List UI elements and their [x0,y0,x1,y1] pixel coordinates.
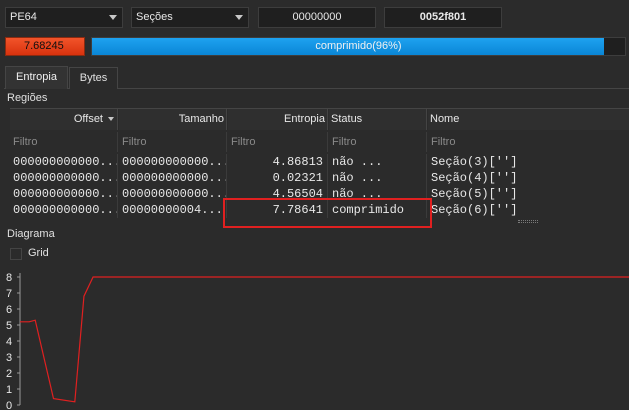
grid-checkbox-label: Grid [28,247,49,259]
progress-label: comprimido(96%) [315,40,402,52]
column-header-offset[interactable]: Offset [10,109,118,130]
filter-offset[interactable]: Filtro [10,132,118,152]
filter-size[interactable]: Filtro [119,132,227,152]
y-tick-label: 0 [6,400,12,410]
row-name: Seção(5)[''] [431,187,518,201]
entropy-series-line [20,276,629,403]
entropy-value-badge: 7.68245 [5,37,85,56]
y-tick-label: 7 [6,288,12,300]
row-status: não ... [329,170,427,186]
compression-progress-bar: comprimido(96%) [91,37,626,56]
highlight-box [223,198,432,228]
row-size: 000000000000... [119,186,227,202]
tab-bytes[interactable]: Bytes [69,67,118,89]
row-status: não ... [329,154,427,170]
entropy-chart: 0 1 2 3 4 5 6 7 8 [6,272,629,410]
y-tick-label: 5 [6,320,12,332]
table-row[interactable]: 000000000000... 000000000000... 4.86813 … [10,154,629,170]
row-name: Seção(3)[''] [431,155,518,169]
y-tick-label: 8 [6,272,12,284]
row-entropy: 0.02321 [228,170,328,186]
row-entropy: 4.86813 [228,154,328,170]
address-field[interactable]: 0052f801 [384,7,502,28]
section-select-value: Seções [136,11,173,23]
column-header-status[interactable]: Status [329,109,427,130]
splitter-handle[interactable] [518,220,538,223]
architecture-select[interactable]: PE64 [5,7,123,28]
row-offset: 000000000000... [10,154,118,170]
y-tick-label: 2 [6,368,12,380]
row-name: Seção(4)[''] [431,171,518,185]
diagram-title: Diagrama [7,228,55,240]
column-header-entropy[interactable]: Entropia [228,109,328,130]
chevron-down-icon [235,15,243,20]
y-tick-label: 1 [6,384,12,396]
grid-checkbox[interactable] [10,248,22,260]
table-row[interactable]: 000000000000... 000000000000... 0.02321 … [10,170,629,186]
y-tick-label: 4 [6,336,12,348]
architecture-select-value: PE64 [10,11,37,23]
section-select[interactable]: Seções [131,7,249,28]
row-name: Seção(6)[''] [431,203,518,217]
filter-status[interactable]: Filtro [329,132,427,152]
filter-name[interactable]: Filtro [428,132,629,152]
tab-entropy[interactable]: Entropia [5,66,68,89]
offset-field[interactable]: 00000000 [258,7,376,28]
filter-entropy[interactable]: Filtro [228,132,328,152]
row-size: 00000000004... [119,202,227,218]
row-offset: 000000000000... [10,202,118,218]
row-size: 000000000000... [119,154,227,170]
y-tick-label: 6 [6,304,12,316]
regions-table: Offset Tamanho Entropia Status Nome Filt… [10,108,629,228]
column-header-size[interactable]: Tamanho [119,109,227,130]
row-offset: 000000000000... [10,170,118,186]
row-size: 000000000000... [119,170,227,186]
regions-title: Regiões [7,92,48,104]
sort-desc-icon [108,117,114,121]
column-header-name[interactable]: Nome [428,109,629,130]
chevron-down-icon [109,15,117,20]
y-tick-label: 3 [6,352,12,364]
column-header-offset-label: Offset [73,113,103,125]
row-offset: 000000000000... [10,186,118,202]
